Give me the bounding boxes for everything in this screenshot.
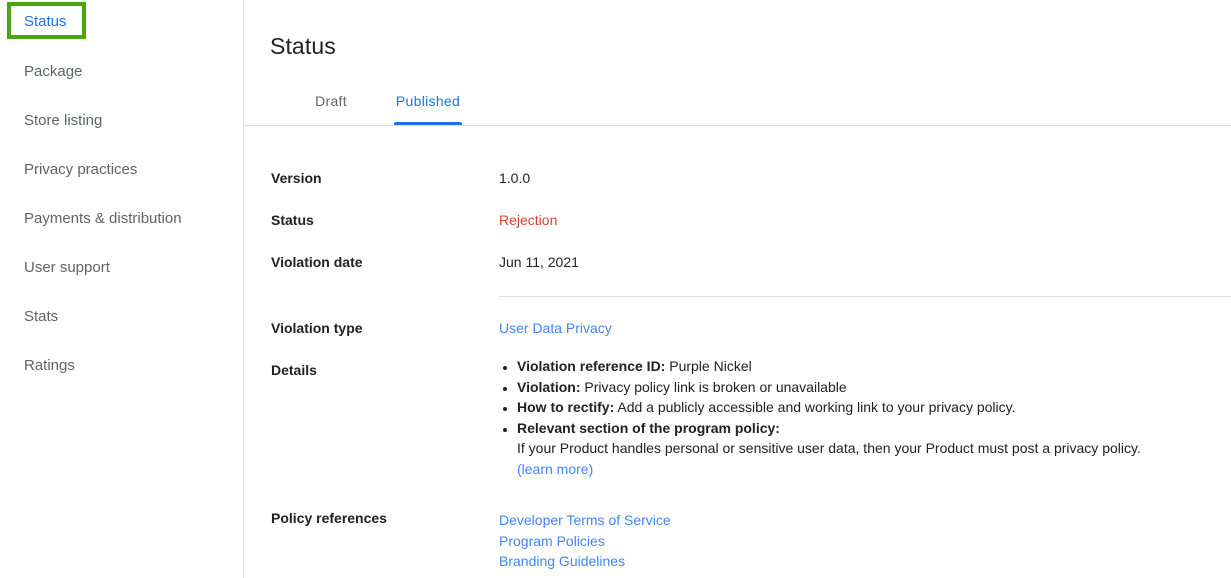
list-item: How to rectify: Add a publicly accessibl…	[517, 397, 1231, 418]
tab-active-indicator	[394, 122, 462, 125]
tab-label: Draft	[315, 93, 347, 109]
bullet-term: Relevant section of the program policy:	[517, 419, 780, 436]
sidebar-item-privacy-practices[interactable]: Privacy practices	[0, 159, 137, 181]
sidebar-item-label: Payments & distribution	[24, 210, 182, 227]
sidebar-item-label: Package	[24, 63, 83, 80]
tab-published[interactable]: Published	[394, 85, 462, 125]
list-item: Violation: Privacy policy link is broken…	[517, 377, 1231, 398]
bullet-term: How to rectify:	[517, 399, 615, 415]
sidebar: Status Package Store listing Privacy pra…	[0, 0, 244, 578]
details-label: Details	[271, 362, 317, 378]
sidebar-item-label: Privacy practices	[24, 161, 138, 178]
bullet-text: Add a publicly accessible and working li…	[614, 399, 1016, 415]
tab-bar: Draft Published	[244, 85, 1231, 126]
program-policy-text: If your Product handles personal or sens…	[517, 440, 1141, 456]
details-list: Violation reference ID: Purple Nickel Vi…	[499, 356, 1231, 479]
tab-bar-underline	[244, 125, 1231, 126]
list-item: Violation reference ID: Purple Nickel	[517, 356, 1231, 377]
violation-type-label: Violation type	[271, 320, 363, 336]
violation-date-value: Jun 11, 2021	[499, 254, 579, 270]
sidebar-item-label: Store listing	[24, 112, 103, 129]
policy-reference-link-program-policies[interactable]: Program Policies	[499, 531, 671, 552]
app-root: Status Package Store listing Privacy pra…	[0, 0, 1231, 578]
list-item: Relevant section of the program policy: …	[517, 418, 1231, 480]
page-title: Status	[270, 33, 336, 60]
sidebar-item-stats[interactable]: Stats	[0, 306, 58, 328]
sidebar-item-ratings[interactable]: Ratings	[0, 355, 75, 377]
learn-more-link[interactable]: (learn more)	[517, 461, 593, 477]
violation-type-value: User Data Privacy	[499, 320, 612, 336]
tab-label: Published	[395, 93, 461, 109]
sidebar-item-label: Stats	[24, 308, 59, 325]
bullet-text: Purple Nickel	[665, 358, 752, 374]
status-label: Status	[271, 212, 314, 228]
policy-reference-link-branding-guidelines[interactable]: Branding Guidelines	[499, 551, 671, 572]
policy-references-list: Developer Terms of Service Program Polic…	[499, 510, 671, 572]
sidebar-item-label: Ratings	[24, 357, 75, 374]
bullet-text: Privacy policy link is broken or unavail…	[580, 378, 847, 395]
sidebar-item-payments-distribution[interactable]: Payments & distribution	[0, 208, 182, 230]
version-value: 1.0.0	[499, 170, 531, 186]
tab-draft[interactable]: Draft	[297, 85, 365, 125]
sidebar-item-label: User support	[24, 259, 110, 276]
sidebar-item-package[interactable]: Package	[0, 61, 82, 83]
violation-date-label: Violation date	[271, 254, 363, 270]
section-divider	[499, 296, 1231, 297]
sidebar-item-label: Status	[24, 13, 67, 30]
violation-type-link[interactable]: User Data Privacy	[499, 320, 612, 336]
bullet-term: Violation reference ID:	[517, 358, 666, 374]
status-badge: Rejection	[499, 212, 558, 228]
policy-references-label: Policy references	[271, 510, 387, 526]
sidebar-item-store-listing[interactable]: Store listing	[0, 110, 102, 132]
policy-reference-link-developer-terms-of-service[interactable]: Developer Terms of Service	[499, 510, 671, 531]
sidebar-item-status[interactable]: Status	[0, 11, 67, 33]
bullet-term: Violation:	[517, 378, 581, 395]
main-content: Status Draft Published Version 1.0.0 Sta…	[244, 0, 1231, 578]
sidebar-item-user-support[interactable]: User support	[0, 257, 110, 279]
version-label: Version	[271, 170, 322, 186]
